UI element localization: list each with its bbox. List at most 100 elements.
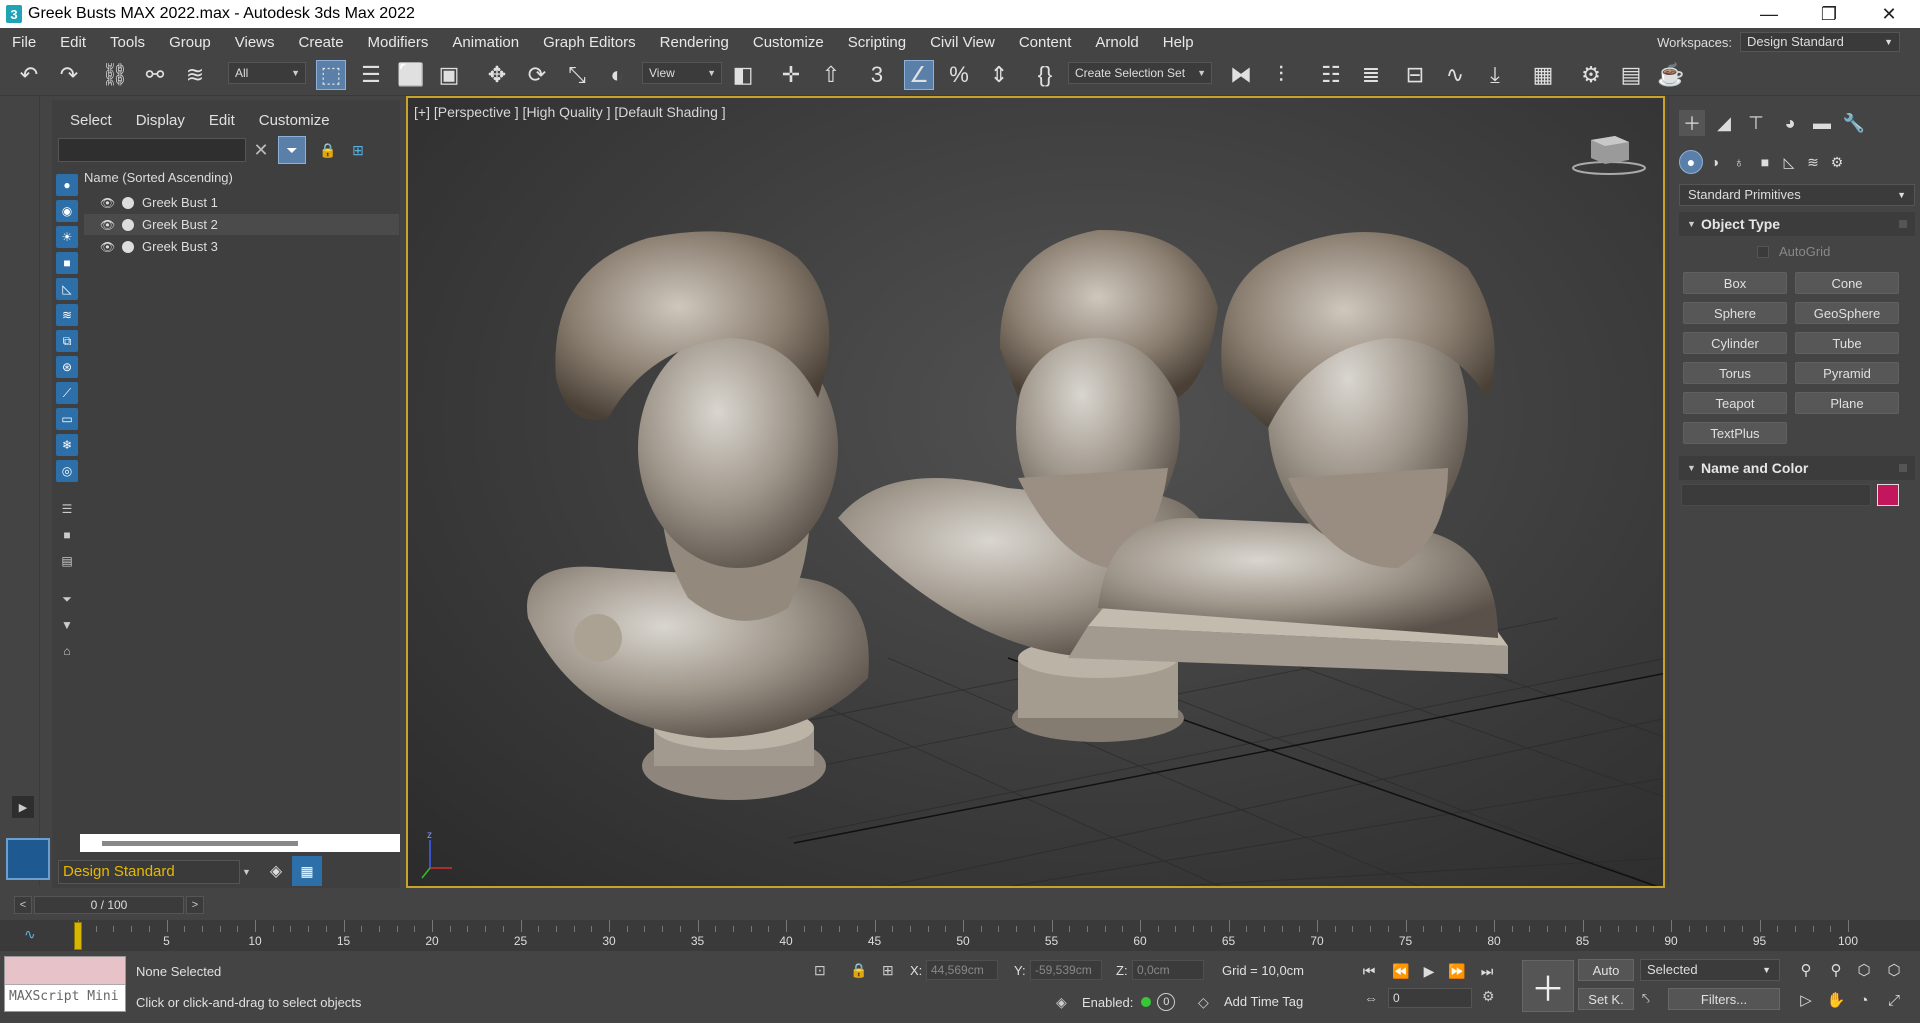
pyramid-button[interactable]: Pyramid <box>1795 362 1899 384</box>
rendered-frame-window-icon[interactable]: ▤ <box>1616 60 1646 90</box>
orbit-icon[interactable]: ◔ <box>1852 988 1876 1012</box>
field-of-view-icon[interactable]: ▷ <box>1794 988 1818 1012</box>
filter-toggle-icon[interactable]: ⏷ <box>278 136 306 164</box>
maximize-button[interactable]: ❐ <box>1800 0 1858 28</box>
primitive-category-dropdown[interactable]: Standard Primitives <box>1679 184 1915 206</box>
selection-filter-dropdown[interactable]: All <box>228 62 306 84</box>
explorer-tab-select[interactable]: Select <box>70 112 112 129</box>
teapot-button[interactable]: Teapot <box>1683 392 1787 414</box>
go-to-end-icon[interactable]: ⏭ <box>1476 960 1498 982</box>
next-frame-button[interactable]: > <box>186 896 204 914</box>
named-selection-dropdown[interactable]: Create Selection Set <box>1068 62 1212 84</box>
create-tab-icon[interactable]: ＋ <box>1679 110 1705 136</box>
display-groups-icon[interactable]: ⧉ <box>56 330 78 352</box>
play-icon[interactable]: ▶ <box>1418 960 1440 982</box>
shapes-category-icon[interactable]: ◑ <box>1703 150 1727 174</box>
clear-search-icon[interactable]: ✕ <box>250 138 272 162</box>
hierarchy-tab-icon[interactable]: ⊤ <box>1743 110 1769 136</box>
manipulate-icon[interactable]: ✛ <box>776 60 806 90</box>
display-lights-icon[interactable]: ☀ <box>56 226 78 248</box>
layer-explorer-icon[interactable]: ≣ <box>1356 60 1386 90</box>
explorer-tab-edit[interactable]: Edit <box>209 112 235 129</box>
display-containers-icon[interactable]: ▭ <box>56 408 78 430</box>
time-playhead[interactable] <box>74 922 82 950</box>
menu-modifiers[interactable]: Modifiers <box>356 34 441 51</box>
key-mode-toggle-icon[interactable]: ⇔ <box>1364 990 1378 1006</box>
zoom-all-icon[interactable]: ⚲ <box>1824 958 1848 982</box>
display-none-icon[interactable]: ■ <box>56 524 78 546</box>
redo-icon[interactable]: ↷ <box>54 60 84 90</box>
workspace-dropdown[interactable]: Design Standard <box>1740 32 1900 52</box>
set-key-big-icon[interactable]: ＋ <box>1522 960 1574 1012</box>
eye-icon[interactable]: 👁 <box>100 196 116 210</box>
time-configuration-icon[interactable]: ⚙ <box>1482 988 1495 1005</box>
textplus-button[interactable]: TextPlus <box>1683 422 1787 444</box>
x-coordinate-field[interactable]: 44,569cm <box>926 960 998 980</box>
display-all-icon[interactable]: ☰ <box>56 498 78 520</box>
absolute-mode-icon[interactable]: ⊞ <box>882 962 894 979</box>
default-in-out-tangents-icon[interactable]: ⤣ <box>1642 990 1650 1007</box>
unlink-icon[interactable]: ⚯ <box>140 60 170 90</box>
display-cameras-icon[interactable]: ■ <box>56 252 78 274</box>
viewcube-icon[interactable] <box>1569 128 1649 178</box>
explorer-tab-customize[interactable]: Customize <box>259 112 330 129</box>
tube-button[interactable]: Tube <box>1795 332 1899 354</box>
list-item[interactable]: 👁 Greek Bust 3 <box>84 236 399 257</box>
edit-named-selection-icon[interactable]: {} <box>1030 60 1060 90</box>
next-key-icon[interactable]: ⏩ <box>1446 960 1468 982</box>
pan-view-icon[interactable]: ✋ <box>1824 988 1848 1012</box>
mini-viewport-thumbnail[interactable] <box>6 838 50 880</box>
filter-sync-icon[interactable]: ⏷ <box>56 588 78 610</box>
menu-graph-editors[interactable]: Graph Editors <box>531 34 648 51</box>
geometry-category-icon[interactable]: ● <box>1679 150 1703 174</box>
object-type-rollout[interactable]: Object Type <box>1679 212 1915 236</box>
display-shapes-icon[interactable]: ◉ <box>56 200 78 222</box>
layer-explorer-button[interactable]: ◈ <box>262 856 290 886</box>
lights-category-icon[interactable]: ♁ <box>1727 150 1751 174</box>
perspective-viewport[interactable]: z [+] [Perspective ] [High Quality ] [De… <box>406 96 1665 888</box>
y-coordinate-field[interactable]: -59,539cm <box>1030 960 1102 980</box>
menu-content[interactable]: Content <box>1007 34 1084 51</box>
utilities-tab-icon[interactable]: 🔧 <box>1841 110 1867 136</box>
menu-group[interactable]: Group <box>157 34 223 51</box>
invert-display-icon[interactable]: ▤ <box>56 550 78 572</box>
object-name-field[interactable] <box>1681 484 1871 506</box>
list-item[interactable]: 👁 Greek Bust 1 <box>84 192 399 213</box>
enabled-indicator[interactable]: Enabled: 0 <box>1082 993 1176 1011</box>
hierarchy-icon[interactable]: ⊞ <box>346 138 370 162</box>
helpers-category-icon[interactable]: ◺ <box>1777 150 1801 174</box>
modify-tab-icon[interactable]: ◢ <box>1711 110 1737 136</box>
menu-scripting[interactable]: Scripting <box>836 34 918 51</box>
spinner-snap-icon[interactable]: ⇕ <box>984 60 1014 90</box>
undo-icon[interactable]: ↶ <box>14 60 44 90</box>
previous-frame-button[interactable]: < <box>14 896 32 914</box>
menu-edit[interactable]: Edit <box>48 34 98 51</box>
pivot-center-icon[interactable]: ◧ <box>728 60 758 90</box>
close-button[interactable]: ✕ <box>1860 0 1918 28</box>
time-slider[interactable]: 0 / 100 <box>34 896 184 914</box>
display-frozen-icon[interactable]: ❄ <box>56 434 78 456</box>
maxscript-output[interactable] <box>5 957 125 985</box>
greek-bust-2[interactable] <box>838 229 1218 742</box>
scrollbar-thumb[interactable] <box>102 841 298 846</box>
frame-ruler[interactable]: 0510152025303540455055606570758085909510… <box>75 920 1858 950</box>
window-crossing-icon[interactable]: ▣ <box>434 60 464 90</box>
cone-button[interactable]: Cone <box>1795 272 1899 294</box>
adaptive-degradation-icon[interactable]: ◈ <box>1056 994 1067 1011</box>
display-spacewarps-icon[interactable]: ≋ <box>56 304 78 326</box>
menu-help[interactable]: Help <box>1151 34 1206 51</box>
menu-animation[interactable]: Animation <box>440 34 531 51</box>
plane-button[interactable]: Plane <box>1795 392 1899 414</box>
explorer-workspace-dropdown[interactable]: Design Standard <box>58 860 240 884</box>
menu-arnold[interactable]: Arnold <box>1083 34 1150 51</box>
render-setup-icon[interactable]: ⚙ <box>1576 60 1606 90</box>
keyboard-shortcut-override-icon[interactable]: ⇧ <box>816 60 846 90</box>
select-by-name-icon[interactable]: ☰ <box>356 60 386 90</box>
scene-explorer-toggle-icon[interactable]: ☷ <box>1316 60 1346 90</box>
sets-icon[interactable]: ⌂ <box>56 640 78 662</box>
ribbon-toggle-icon[interactable]: ⊟ <box>1400 60 1430 90</box>
scale-icon[interactable]: ⤡ <box>562 60 592 90</box>
explorer-horizontal-scrollbar[interactable] <box>80 834 400 852</box>
chevron-down-icon[interactable]: ▼ <box>242 860 256 884</box>
menu-customize[interactable]: Customize <box>741 34 836 51</box>
